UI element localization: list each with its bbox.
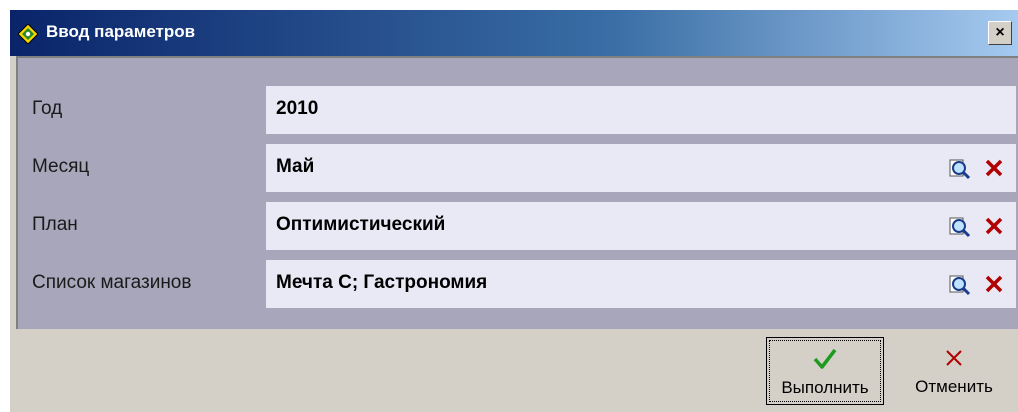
parameters-panel: Год 2010 Месяц Май План Оптимистический …: [16, 56, 1018, 329]
field-label: Список магазинов: [32, 272, 192, 293]
field-value: Мечта С; Гастрономия: [276, 272, 488, 293]
field-value: 2010: [276, 98, 319, 119]
cancel-button-label: Отменить: [915, 377, 993, 396]
clear-x-icon[interactable]: [984, 215, 1004, 237]
field-row-year: Год 2010: [18, 84, 1018, 136]
run-button-label: Выполнить: [781, 378, 869, 397]
field-label: Месяц: [32, 156, 90, 177]
clear-x-icon[interactable]: [984, 157, 1004, 179]
checkmark-icon: [813, 348, 837, 369]
stores-field[interactable]: Мечта С; Гастрономия: [266, 260, 1016, 308]
field-label: Год: [32, 98, 63, 119]
cancel-x-icon: [946, 350, 962, 366]
field-label: План: [32, 214, 78, 235]
cancel-button[interactable]: Отменить: [898, 337, 1010, 405]
app-diamond-icon: [18, 24, 38, 44]
field-row-plan: План Оптимистический: [18, 200, 1018, 252]
month-field[interactable]: Май: [266, 144, 1016, 192]
lookup-magnifier-icon[interactable]: [948, 273, 972, 297]
close-icon: ×: [995, 24, 1005, 41]
field-row-stores: Список магазинов Мечта С; Гастрономия: [18, 258, 1018, 310]
lookup-magnifier-icon[interactable]: [948, 157, 972, 181]
year-field[interactable]: 2010: [266, 86, 1016, 134]
title-bar[interactable]: Ввод параметров ×: [10, 10, 1018, 56]
run-button[interactable]: Выполнить: [766, 337, 884, 405]
window-title: Ввод параметров: [46, 22, 196, 41]
field-value: Оптимистический: [276, 214, 446, 235]
field-value: Май: [276, 156, 315, 177]
lookup-magnifier-icon[interactable]: [948, 215, 972, 239]
close-button[interactable]: ×: [988, 21, 1012, 45]
field-row-month: Месяц Май: [18, 142, 1018, 194]
button-bar: Выполнить Отменить: [10, 329, 1018, 412]
plan-field[interactable]: Оптимистический: [266, 202, 1016, 250]
parameters-dialog: Ввод параметров × Год 2010 Месяц Май Пла…: [10, 10, 1018, 412]
clear-x-icon[interactable]: [984, 273, 1004, 295]
